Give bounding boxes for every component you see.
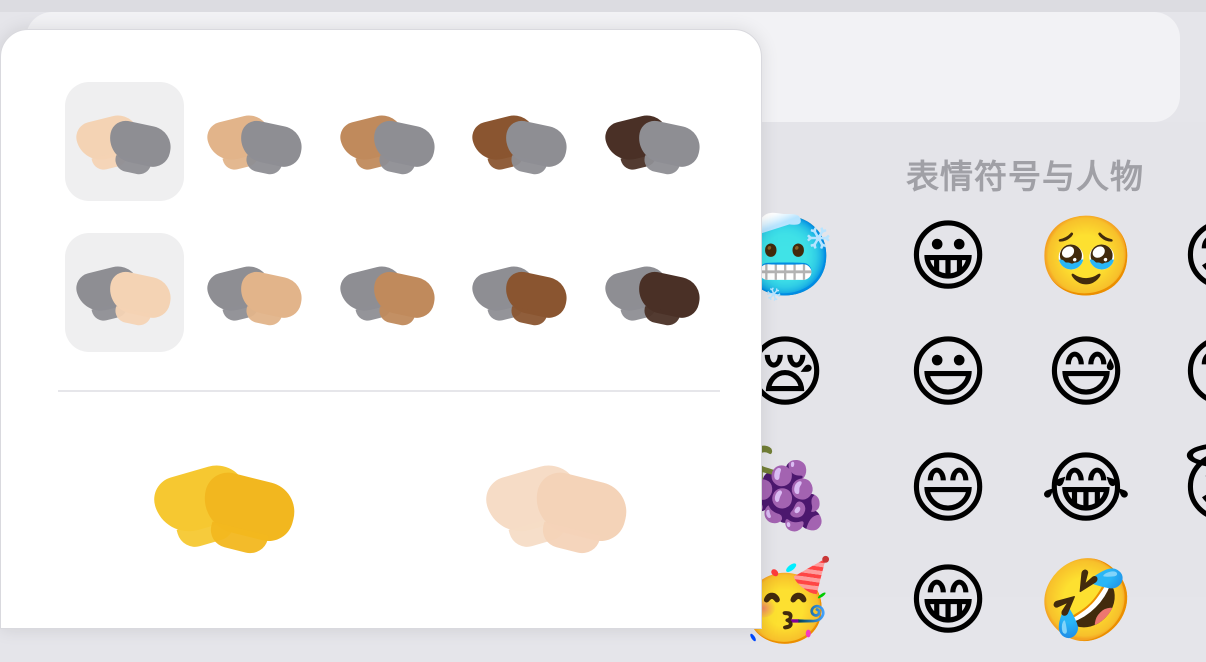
emoji-key-grinning-big-eyes[interactable]: 😃 bbox=[898, 334, 998, 434]
handshake-icon bbox=[72, 255, 175, 331]
skin-tone-left-hand-light[interactable] bbox=[65, 82, 184, 201]
emoji-key-grinning-smiling-eyes[interactable]: 😄 bbox=[898, 450, 998, 550]
skin-tone-right-hand-medium-dark[interactable] bbox=[461, 233, 580, 352]
right-hand-icon bbox=[236, 117, 305, 176]
halo-face-icon: 😇 bbox=[1181, 450, 1206, 528]
emoji-key-tears-of-joy[interactable]: 😂 bbox=[1036, 450, 1136, 550]
right-hand-icon bbox=[105, 117, 174, 176]
top-strip bbox=[0, 0, 1206, 12]
skin-tone-right-hand-medium-light[interactable] bbox=[196, 233, 315, 352]
skin-tone-left-hand-dark[interactable] bbox=[594, 82, 713, 201]
handshake-icon bbox=[336, 255, 439, 331]
right-hand-icon bbox=[197, 467, 301, 557]
pleading-face-icon: 🥹 bbox=[1037, 212, 1135, 302]
emoji-key-partial-face-1[interactable]: 😊 bbox=[1172, 218, 1206, 318]
handshake-icon bbox=[601, 255, 704, 331]
right-hand-icon bbox=[529, 467, 633, 557]
right-hand-icon bbox=[501, 268, 570, 327]
skin-tone-left-hand-medium[interactable] bbox=[329, 82, 448, 201]
handshake-option-light-light[interactable] bbox=[480, 450, 633, 560]
skin-tone-popover bbox=[0, 29, 762, 629]
grinning-smiling-eyes-icon: 😄 bbox=[907, 444, 989, 534]
skin-tone-right-hand-light[interactable] bbox=[65, 233, 184, 352]
handshake-icon bbox=[601, 104, 704, 180]
emoji-key-grinning-sweat[interactable]: 😅 bbox=[1036, 334, 1136, 434]
right-hand-icon bbox=[501, 117, 570, 176]
partial-face-1-icon: 😊 bbox=[1181, 218, 1206, 296]
grinning-big-eyes-icon: 😃 bbox=[907, 328, 989, 418]
partial-bottom-2-icon: 🤣 bbox=[1037, 556, 1135, 646]
popover-divider bbox=[58, 390, 720, 392]
right-hand-icon bbox=[634, 117, 703, 176]
handshake-icon bbox=[72, 104, 175, 180]
handshake-icon bbox=[468, 104, 571, 180]
right-hand-icon bbox=[105, 268, 174, 327]
emoji-key-grinning-face[interactable]: 😀 bbox=[898, 218, 998, 318]
right-hand-icon bbox=[369, 268, 438, 327]
grinning-face-icon: 😀 bbox=[907, 212, 989, 302]
emoji-key-pleading-face[interactable]: 🥹 bbox=[1036, 218, 1136, 318]
right-hand-icon bbox=[369, 117, 438, 176]
partial-bottom-1-icon: 😁 bbox=[907, 556, 989, 646]
emoji-key-halo-face[interactable]: 😇 bbox=[1172, 450, 1206, 550]
partial-face-2-icon: 😙 bbox=[1181, 334, 1206, 412]
emoji-key-partial-bottom-1[interactable]: 😁 bbox=[898, 562, 998, 662]
emoji-key-partial-bottom-2[interactable]: 🤣 bbox=[1036, 562, 1136, 662]
skin-tone-right-hand-medium[interactable] bbox=[329, 233, 448, 352]
right-hand-icon bbox=[236, 268, 305, 327]
handshake-icon bbox=[203, 104, 306, 180]
category-title: 表情符号与人物 bbox=[906, 157, 1144, 196]
skin-tone-right-hand-dark[interactable] bbox=[594, 233, 713, 352]
handshake-option-default-yellow[interactable] bbox=[148, 450, 301, 560]
skin-tone-left-hand-medium-dark[interactable] bbox=[461, 82, 580, 201]
tears-of-joy-icon: 😂 bbox=[1040, 444, 1132, 534]
handshake-icon bbox=[203, 255, 306, 331]
grinning-sweat-icon: 😅 bbox=[1045, 328, 1127, 418]
right-hand-icon bbox=[634, 268, 703, 327]
skin-tone-left-hand-medium-light[interactable] bbox=[196, 82, 315, 201]
handshake-icon bbox=[468, 255, 571, 331]
emoji-key-partial-face-2[interactable]: 😙 bbox=[1172, 334, 1206, 434]
handshake-icon bbox=[336, 104, 439, 180]
